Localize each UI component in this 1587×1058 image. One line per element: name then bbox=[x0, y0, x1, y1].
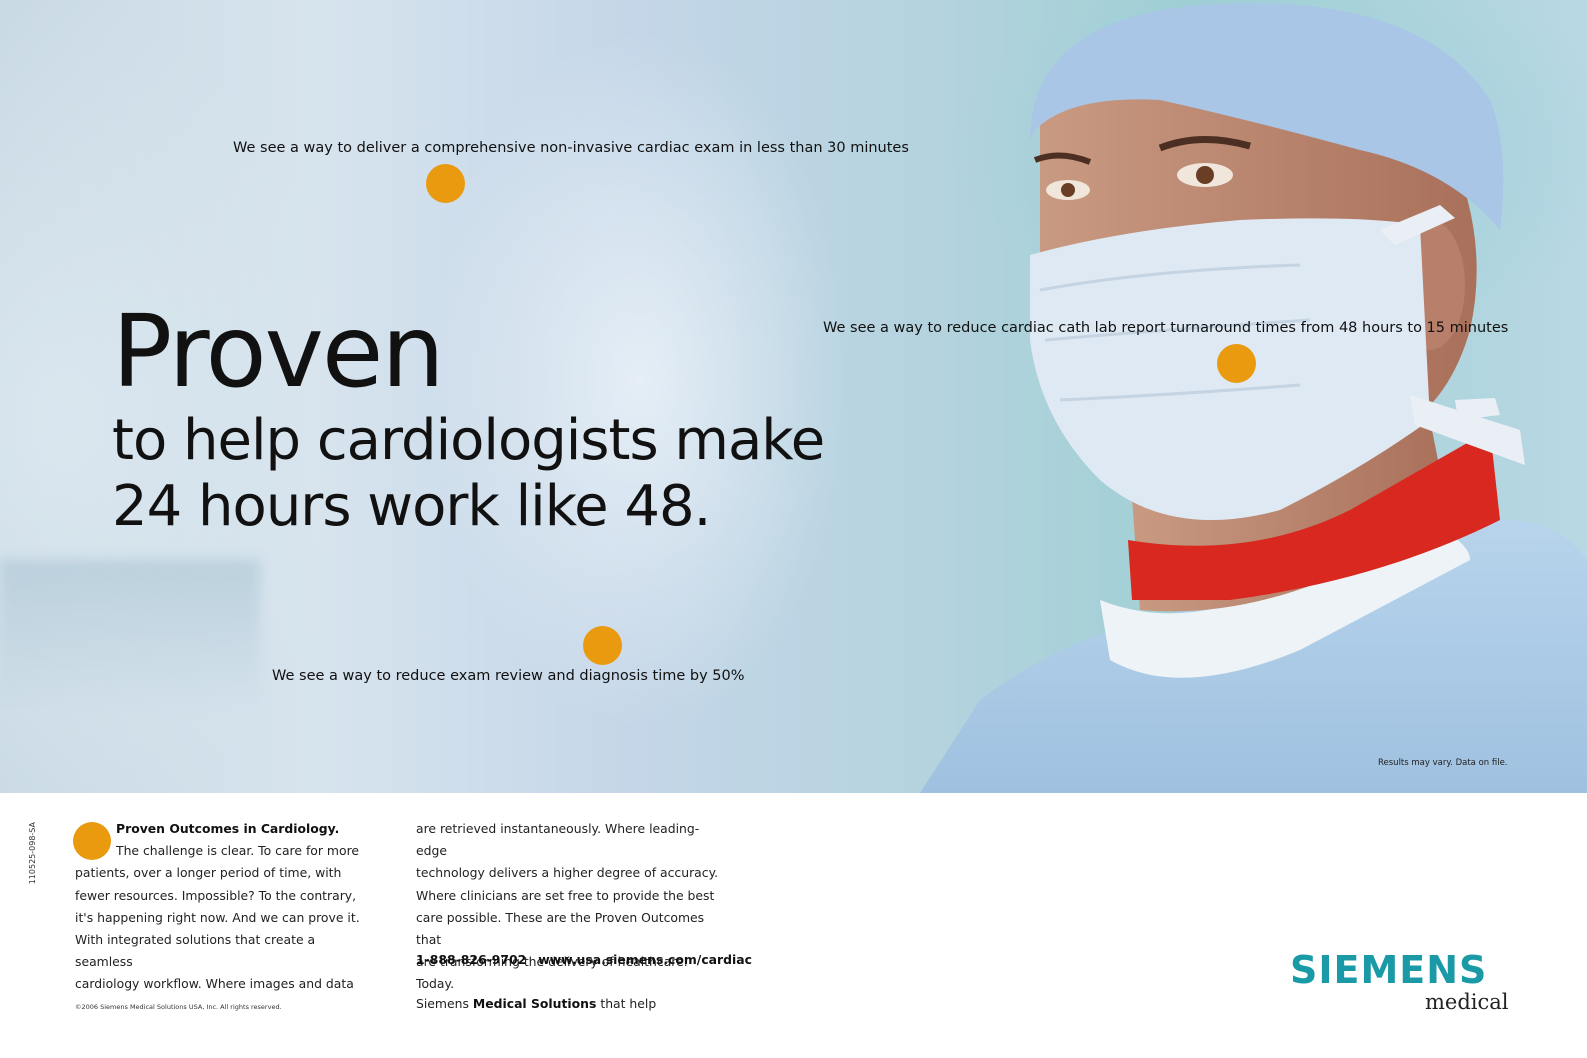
callout-dot-2 bbox=[1217, 344, 1256, 383]
tagline: Siemens Medical Solutions that help bbox=[416, 996, 656, 1011]
body-line: are retrieved instantaneously. Where lea… bbox=[416, 821, 700, 859]
headline-line-2: to help cardiologists make bbox=[112, 408, 825, 473]
body-heading: Proven Outcomes in Cardiology. bbox=[116, 821, 340, 836]
body-column-1: Proven Outcomes in Cardiology. The chall… bbox=[75, 818, 376, 996]
body-line: fewer resources. Impossible? To the cont… bbox=[75, 887, 357, 903]
hero-photo: We see a way to deliver a comprehensive … bbox=[0, 0, 1587, 793]
headline-big: Proven bbox=[112, 293, 445, 410]
disclaimer: Results may vary. Data on file. bbox=[1378, 758, 1508, 768]
body-line: care possible. These are the Proven Outc… bbox=[416, 909, 705, 948]
callout-dot-1 bbox=[426, 164, 465, 203]
body-line: With integrated solutions that create a … bbox=[75, 932, 316, 970]
body-line: Where clinicians are set free to provide… bbox=[416, 887, 715, 903]
callout-dot-3 bbox=[583, 626, 622, 665]
medical-logo-text: medical bbox=[1425, 990, 1509, 1014]
body-line: patients, over a longer period of time, … bbox=[75, 865, 342, 881]
contact-info: 1-888-826-9702 www.usa.siemens.com/cardia… bbox=[416, 952, 764, 967]
body-line: it's happening right now. And we can pro… bbox=[75, 909, 360, 925]
headline-line-3: 24 hours work like 48. bbox=[112, 474, 711, 539]
copyright: ©2006 Siemens Medical Solutions USA, Inc… bbox=[75, 1003, 282, 1011]
body-line: cardiology workflow. Where images and da… bbox=[75, 976, 354, 992]
tagline-post: that help bbox=[596, 996, 657, 1011]
callout-text-3: We see a way to reduce exam review and d… bbox=[272, 668, 745, 684]
siemens-logo: SIEMENS bbox=[1290, 948, 1488, 992]
tagline-pre: Siemens bbox=[416, 996, 473, 1011]
website-link[interactable]: www.usa.siemens.com/cardiac bbox=[538, 952, 752, 967]
callout-text-2: We see a way to reduce cardiac cath lab … bbox=[823, 320, 1509, 336]
body-line: technology delivers a higher degree of a… bbox=[416, 865, 719, 881]
body-column-2: are retrieved instantaneously. Where lea… bbox=[416, 818, 726, 996]
body-line: The challenge is clear. To care for more bbox=[116, 843, 360, 859]
body-bullet-dot bbox=[73, 822, 111, 860]
phone-number[interactable]: 1-888-826-9702 bbox=[416, 952, 526, 967]
side-code: 110525-098-SA bbox=[28, 822, 37, 885]
callout-text-1: We see a way to deliver a comprehensive … bbox=[233, 140, 909, 156]
tagline-bold: Medical Solutions bbox=[472, 996, 597, 1011]
headline: Proven to help cardiologists make 24 hou… bbox=[112, 293, 825, 540]
